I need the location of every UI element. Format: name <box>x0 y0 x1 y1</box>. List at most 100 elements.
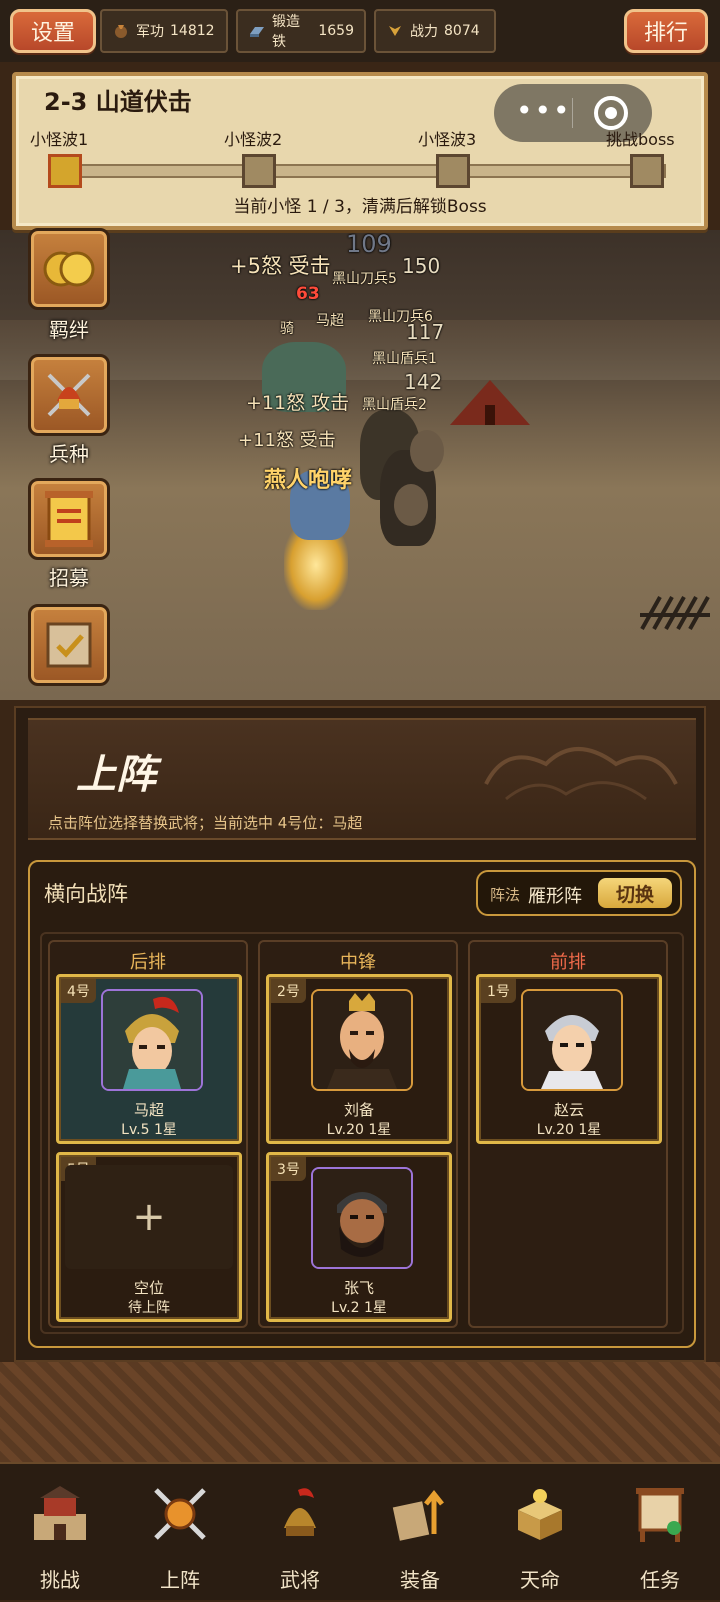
wave-label-2: 小怪波2 <box>224 130 283 149</box>
slot-number: 1号 <box>481 979 516 1003</box>
front-row-column: 前排 1号 赵云 Lv.20 1星 <box>468 940 668 1328</box>
nav-label: 上阵 <box>160 1568 200 1592</box>
hero-name: 马超 <box>133 1101 164 1119</box>
recruit-button[interactable] <box>28 478 110 560</box>
combat-text: 142 <box>404 370 443 394</box>
lineup-title: 上阵 <box>76 751 156 798</box>
recruit-label: 招募 <box>49 566 89 590</box>
add-hero-icon: + <box>65 1165 233 1269</box>
hero-name: 赵云 <box>553 1101 584 1119</box>
skill-name-text: 燕人咆哮 <box>264 468 353 493</box>
gold-rings-icon <box>43 251 95 287</box>
bond-button[interactable] <box>28 228 110 310</box>
hero-level: 待上阵 <box>128 1300 170 1316</box>
machao-portrait <box>101 989 203 1091</box>
hero-name: 刘备 <box>343 1101 374 1119</box>
switch-formation-button[interactable]: 切换 <box>598 878 672 908</box>
crossed-swords-shield-icon <box>154 1488 206 1540</box>
general-helmet-icon <box>284 1488 316 1536</box>
combat-text: 黑山刀兵5 <box>332 271 397 287</box>
hero-level: Lv.20 1星 <box>536 1122 602 1138</box>
slot-4-machao[interactable]: 4号 马超 Lv.5 1星 <box>56 974 242 1144</box>
destiny-box-icon <box>518 1489 562 1540</box>
wave-node-2[interactable] <box>242 154 276 188</box>
slot-number: 2号 <box>271 979 306 1003</box>
zhaoyun-portrait <box>521 989 623 1091</box>
formation-label: 阵法 <box>490 886 521 904</box>
front-row-title: 前排 <box>550 952 586 973</box>
equipment-upgrade-icon <box>392 1489 444 1541</box>
slot-5-empty[interactable]: 5号 + 空位 待上阵 <box>56 1152 242 1322</box>
combat-text: 黑山盾兵1 <box>372 351 437 367</box>
power-icon <box>386 22 404 40</box>
combat-text: 109 <box>346 230 392 258</box>
camp-tent-icon <box>450 380 530 425</box>
troop-type-label: 兵种 <box>49 442 89 466</box>
wave-node-boss[interactable] <box>630 154 664 188</box>
slot-number: 3号 <box>271 1157 306 1181</box>
iron-value: 1659 <box>318 23 354 39</box>
combat-text: +11怒 攻击 <box>246 392 350 414</box>
merit-resource: 军功 14812 <box>100 9 228 53</box>
nav-challenge[interactable]: 挑战 <box>0 1464 120 1602</box>
formation-box-title: 横向战阵 <box>44 882 128 906</box>
iron-resource: 锻造铁 1659 <box>236 9 366 53</box>
middle-row-title: 中锋 <box>340 952 376 973</box>
recruit-scroll-icon <box>45 491 93 547</box>
hero-name: 张飞 <box>343 1279 374 1297</box>
power-resource: 战力 8074 <box>374 9 496 53</box>
middle-row-column: 中锋 2号 刘备 Lv.20 1星 3号 张飞 Lv.2 1星 <box>258 940 458 1328</box>
fortress-icon <box>34 1486 86 1540</box>
lineup-panel: 上阵 点击阵位选择替换武将；当前选中 4号位：马超 横向战阵 阵法 雁形阵 切换… <box>14 706 706 1362</box>
nav-label: 任务 <box>640 1568 680 1592</box>
lineup-header: 上阵 点击阵位选择替换武将；当前选中 4号位：马超 <box>28 718 696 840</box>
hero-level: Lv.2 1星 <box>331 1300 387 1316</box>
troop-type-button[interactable] <box>28 354 110 436</box>
decorative-pattern <box>0 1362 720 1462</box>
merit-value: 14812 <box>170 23 215 39</box>
wave-node-1[interactable] <box>48 154 82 188</box>
nav-destiny[interactable]: 天命 <box>480 1464 600 1602</box>
formation-grid: 后排 4号 马超 Lv.5 1星 + 空位 待上阵 中锋 2号 刘备 Lv.20… <box>40 932 684 1334</box>
hero-level: Lv.20 1星 <box>326 1122 392 1138</box>
combat-text: 150 <box>402 254 441 278</box>
target-circle-icon[interactable] <box>594 96 628 130</box>
merit-label: 军功 <box>136 24 164 40</box>
nav-lineup[interactable]: 上阵 <box>120 1464 240 1602</box>
nav-label: 武将 <box>280 1568 320 1592</box>
formation-box: 横向战阵 阵法 雁形阵 切换 后排 4号 马超 Lv.5 1星 + 空位 待上阵… <box>28 860 696 1348</box>
combat-text: 马超 <box>316 313 344 329</box>
wave-progress-text: 当前小怪 1 / 3，清满后解锁Boss <box>233 197 487 217</box>
combat-text: 117 <box>406 320 445 344</box>
bond-label: 羁绊 <box>49 318 89 342</box>
medal-icon <box>112 22 130 40</box>
slot-3-zhangfei[interactable]: 3号 张飞 Lv.2 1星 <box>266 1152 452 1322</box>
rank-button[interactable]: 排行 <box>624 9 708 53</box>
settings-button[interactable]: 设置 <box>10 9 96 53</box>
wave-label-boss: 挑战boss <box>606 130 675 149</box>
combat-text: 骑 <box>280 321 294 337</box>
iron-label: 锻造铁 <box>272 14 300 50</box>
enemy-shield <box>394 484 428 526</box>
barricade-icon <box>640 596 710 630</box>
more-dots-icon[interactable]: ••• <box>516 97 572 125</box>
task-board-icon <box>46 622 92 668</box>
helmet-weapons-icon <box>47 373 91 417</box>
wave-node-3[interactable] <box>436 154 470 188</box>
power-label: 战力 <box>410 24 438 40</box>
wave-label-3: 小怪波3 <box>418 130 477 149</box>
nav-label: 装备 <box>400 1568 440 1592</box>
slot-2-liubei[interactable]: 2号 刘备 Lv.20 1星 <box>266 974 452 1144</box>
cloud-pattern-icon <box>484 747 678 801</box>
nav-generals[interactable]: 武将 <box>240 1464 360 1602</box>
back-row-title: 后排 <box>130 952 166 973</box>
lineup-hint: 点击阵位选择替换武将；当前选中 4号位：马超 <box>48 814 363 832</box>
enemy-shield <box>410 430 444 472</box>
slot-1-zhaoyun[interactable]: 1号 赵云 Lv.20 1星 <box>476 974 662 1144</box>
formation-value: 雁形阵 <box>528 886 582 907</box>
slot-number: 4号 <box>61 979 96 1003</box>
nav-equipment[interactable]: 装备 <box>360 1464 480 1602</box>
task-board-button[interactable] <box>28 604 110 686</box>
zhangfei-portrait <box>311 1167 413 1269</box>
nav-quests[interactable]: 任务 <box>600 1464 720 1602</box>
